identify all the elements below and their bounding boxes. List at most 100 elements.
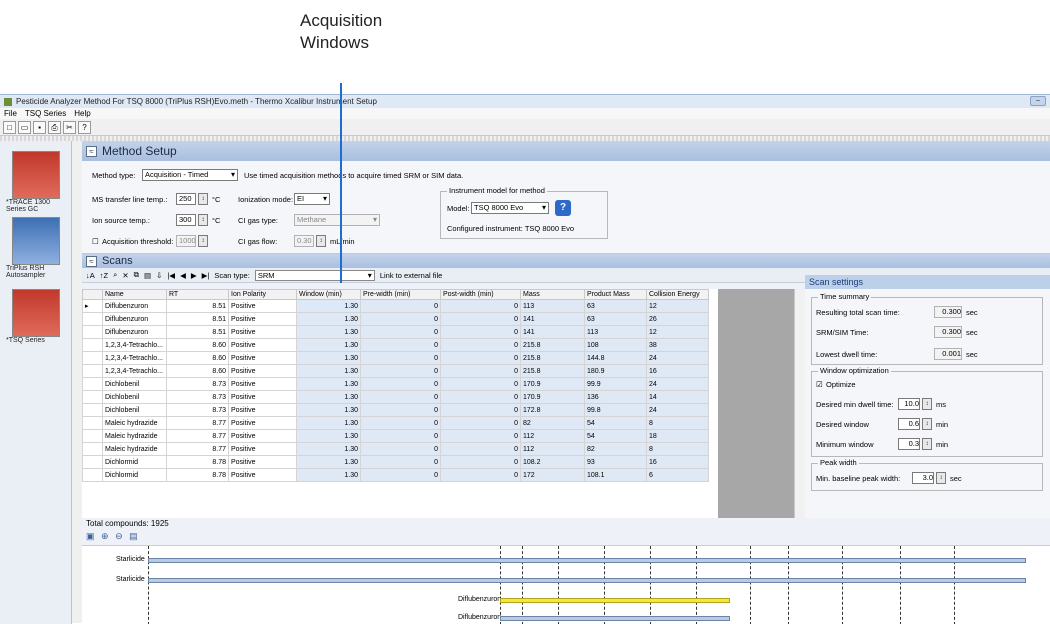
cell-post-width[interactable]: 0 [440, 312, 521, 326]
cell-ion-polarity[interactable]: Positive [228, 403, 297, 417]
cell-pre-width[interactable]: 0 [360, 468, 441, 482]
cell-rt[interactable]: 8.51 [166, 312, 229, 326]
cell-pre-width[interactable]: 0 [360, 455, 441, 469]
cell-ion-polarity[interactable]: Positive [228, 364, 297, 378]
cell-post-width[interactable]: 0 [440, 299, 521, 313]
cell-ion-polarity[interactable]: Positive [228, 390, 297, 404]
acquisition-timeline[interactable]: Starlicide Starlicide Diflubenzuron Difl… [82, 545, 1050, 624]
grid-scrollbar[interactable] [794, 289, 805, 518]
cell-product-mass[interactable]: 54 [584, 429, 647, 443]
cell-post-width[interactable]: 0 [440, 403, 521, 417]
row-selector[interactable] [82, 429, 103, 443]
cell-mass[interactable]: 215.8 [520, 338, 585, 352]
cell-window[interactable]: 1.30 [296, 351, 361, 365]
model-select[interactable]: TSQ 8000 Evo [471, 202, 549, 214]
cell-rt[interactable]: 8.60 [166, 364, 229, 378]
row-selector[interactable] [82, 338, 103, 352]
cell-window[interactable]: 1.30 [296, 429, 361, 443]
timeline-window-bar[interactable] [148, 578, 1026, 583]
cell-pre-width[interactable]: 0 [360, 325, 441, 339]
cell-name[interactable]: Maleic hydrazide [102, 429, 167, 443]
prev-icon[interactable]: ◀ [180, 271, 186, 280]
cell-product-mass[interactable]: 108 [584, 338, 647, 352]
cell-collision-energy[interactable]: 18 [646, 429, 709, 443]
acq-threshold-input[interactable]: 1000 [176, 235, 196, 247]
cell-post-width[interactable]: 0 [440, 364, 521, 378]
cell-product-mass[interactable]: 108.1 [584, 468, 647, 482]
cell-window[interactable]: 1.30 [296, 364, 361, 378]
collapse-icon[interactable]: ≈ [86, 145, 97, 157]
device-gc[interactable]: *TRACE 1300 Series GC [6, 151, 66, 213]
cell-ion-polarity[interactable]: Positive [228, 416, 297, 430]
col-name[interactable]: Name [102, 289, 167, 300]
table-row[interactable]: Maleic hydrazide 8.77 Positive 1.30 0 0 112 54 1… [82, 429, 709, 443]
cell-rt[interactable]: 8.60 [166, 351, 229, 365]
cell-window[interactable]: 1.30 [296, 299, 361, 313]
cell-window[interactable]: 1.30 [296, 390, 361, 404]
acq-threshold-checkbox[interactable]: ☐ [92, 237, 99, 246]
table-row[interactable]: Dichlobenil 8.73 Positive 1.30 0 0 170.9 136 14 [82, 390, 709, 404]
cell-collision-energy[interactable]: 6 [646, 468, 709, 482]
cell-mass[interactable]: 170.9 [520, 390, 585, 404]
table-row[interactable]: Dichlormid 8.78 Positive 1.30 0 0 172 108.1 6 [82, 468, 709, 482]
cell-ion-polarity[interactable]: Positive [228, 338, 297, 352]
timeline-window-bar[interactable] [148, 558, 1026, 563]
row-selector[interactable] [82, 312, 103, 326]
cell-window[interactable]: 1.30 [296, 377, 361, 391]
baseline-spinner[interactable]: ↕ [936, 472, 946, 484]
ms-transfer-spinner[interactable]: ↕ [198, 193, 208, 205]
device-autosampler[interactable]: TriPlus RSH Autosampler [6, 217, 66, 279]
cell-name[interactable]: Diflubenzuron [102, 312, 167, 326]
export-icon[interactable]: ▤ [129, 531, 140, 541]
row-selector[interactable] [82, 377, 103, 391]
cell-post-width[interactable]: 0 [440, 455, 521, 469]
cell-rt[interactable]: 8.60 [166, 338, 229, 352]
cell-post-width[interactable]: 0 [440, 468, 521, 482]
table-row[interactable]: 1,2,3,4-Tetrachlo... 8.60 Positive 1.30 0 0 21… [82, 364, 709, 378]
cell-name[interactable]: Dichlobenil [102, 390, 167, 404]
cell-name[interactable]: 1,2,3,4-Tetrachlo... [102, 364, 167, 378]
cell-collision-energy[interactable]: 12 [646, 325, 709, 339]
cell-pre-width[interactable]: 0 [360, 299, 441, 313]
cell-post-width[interactable]: 0 [440, 325, 521, 339]
save-icon[interactable]: ▪ [33, 120, 46, 134]
table-row[interactable]: Dichlormid 8.78 Positive 1.30 0 0 108.2 93 16 [82, 455, 709, 469]
cell-rt[interactable]: 8.51 [166, 325, 229, 339]
ionization-select[interactable]: EI [294, 193, 330, 205]
save-icon[interactable]: ▣ [86, 531, 97, 541]
cell-window[interactable]: 1.30 [296, 442, 361, 456]
scan-type-select[interactable]: SRM [254, 269, 375, 281]
delete-icon[interactable]: ✕ [122, 271, 128, 280]
menu-file[interactable]: File [4, 109, 17, 118]
cell-product-mass[interactable]: 99.9 [584, 377, 647, 391]
optimize-checkbox[interactable]: ☑ [816, 380, 823, 389]
desired-window-spinner[interactable]: ↕ [922, 418, 932, 430]
cell-collision-energy[interactable]: 12 [646, 299, 709, 313]
ci-gas-flow-input[interactable]: 0.30 [294, 235, 314, 247]
cell-ion-polarity[interactable]: Positive [228, 442, 297, 456]
cell-product-mass[interactable]: 113 [584, 325, 647, 339]
timeline-window-bar[interactable] [500, 616, 730, 621]
cell-ion-polarity[interactable]: Positive [228, 429, 297, 443]
cell-collision-energy[interactable]: 16 [646, 455, 709, 469]
cell-ion-polarity[interactable]: Positive [228, 312, 297, 326]
cell-collision-energy[interactable]: 24 [646, 403, 709, 417]
next-icon[interactable]: ▶ [191, 271, 197, 280]
device-tsq[interactable]: *TSQ Series [6, 289, 66, 344]
table-row[interactable]: Diflubenzuron 8.51 Positive 1.30 0 0 141 63 26 [82, 312, 709, 326]
cell-product-mass[interactable]: 93 [584, 455, 647, 469]
cell-rt[interactable]: 8.51 [166, 299, 229, 313]
table-row[interactable]: Maleic hydrazide 8.77 Positive 1.30 0 0 82 54 8 [82, 416, 709, 430]
table-row[interactable]: Dichlobenil 8.73 Positive 1.30 0 0 172.8 99.8 24 [82, 403, 709, 417]
table-row[interactable]: ▸ Diflubenzuron 8.51 Positive 1.30 0 0 113 63 12 [82, 299, 709, 313]
cell-ion-polarity[interactable]: Positive [228, 351, 297, 365]
col-window[interactable]: Window (min) [296, 289, 361, 300]
cell-pre-width[interactable]: 0 [360, 351, 441, 365]
cell-window[interactable]: 1.30 [296, 468, 361, 482]
cell-name[interactable]: 1,2,3,4-Tetrachlo... [102, 351, 167, 365]
cell-product-mass[interactable]: 63 [584, 312, 647, 326]
min-window-input[interactable]: 0.3 [898, 438, 920, 450]
cell-mass[interactable]: 172.8 [520, 403, 585, 417]
cell-post-width[interactable]: 0 [440, 429, 521, 443]
help-icon[interactable]: ? [555, 200, 571, 216]
